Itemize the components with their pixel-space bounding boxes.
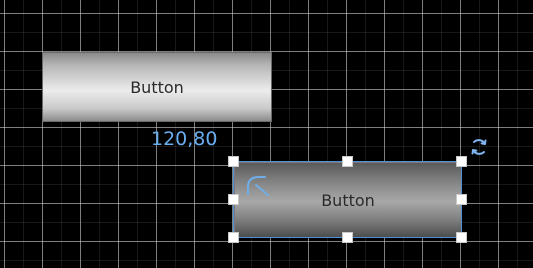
resize-handle-top[interactable] [342,156,353,167]
resize-handle-bottom-right[interactable] [456,232,467,243]
resize-handle-top-left[interactable] [228,156,239,167]
rotate-icon[interactable] [468,136,490,158]
button-control-unselected[interactable]: Button [42,52,272,122]
resize-handle-bottom[interactable] [342,232,353,243]
button-label: Button [130,77,184,97]
corner-radius-icon[interactable] [246,174,276,198]
resize-handle-top-right[interactable] [456,156,467,167]
resize-handle-bottom-left[interactable] [228,232,239,243]
position-readout: 120,80 [151,128,218,150]
resize-handle-left[interactable] [228,194,239,205]
selection-outline [233,161,462,238]
resize-handle-right[interactable] [456,194,467,205]
